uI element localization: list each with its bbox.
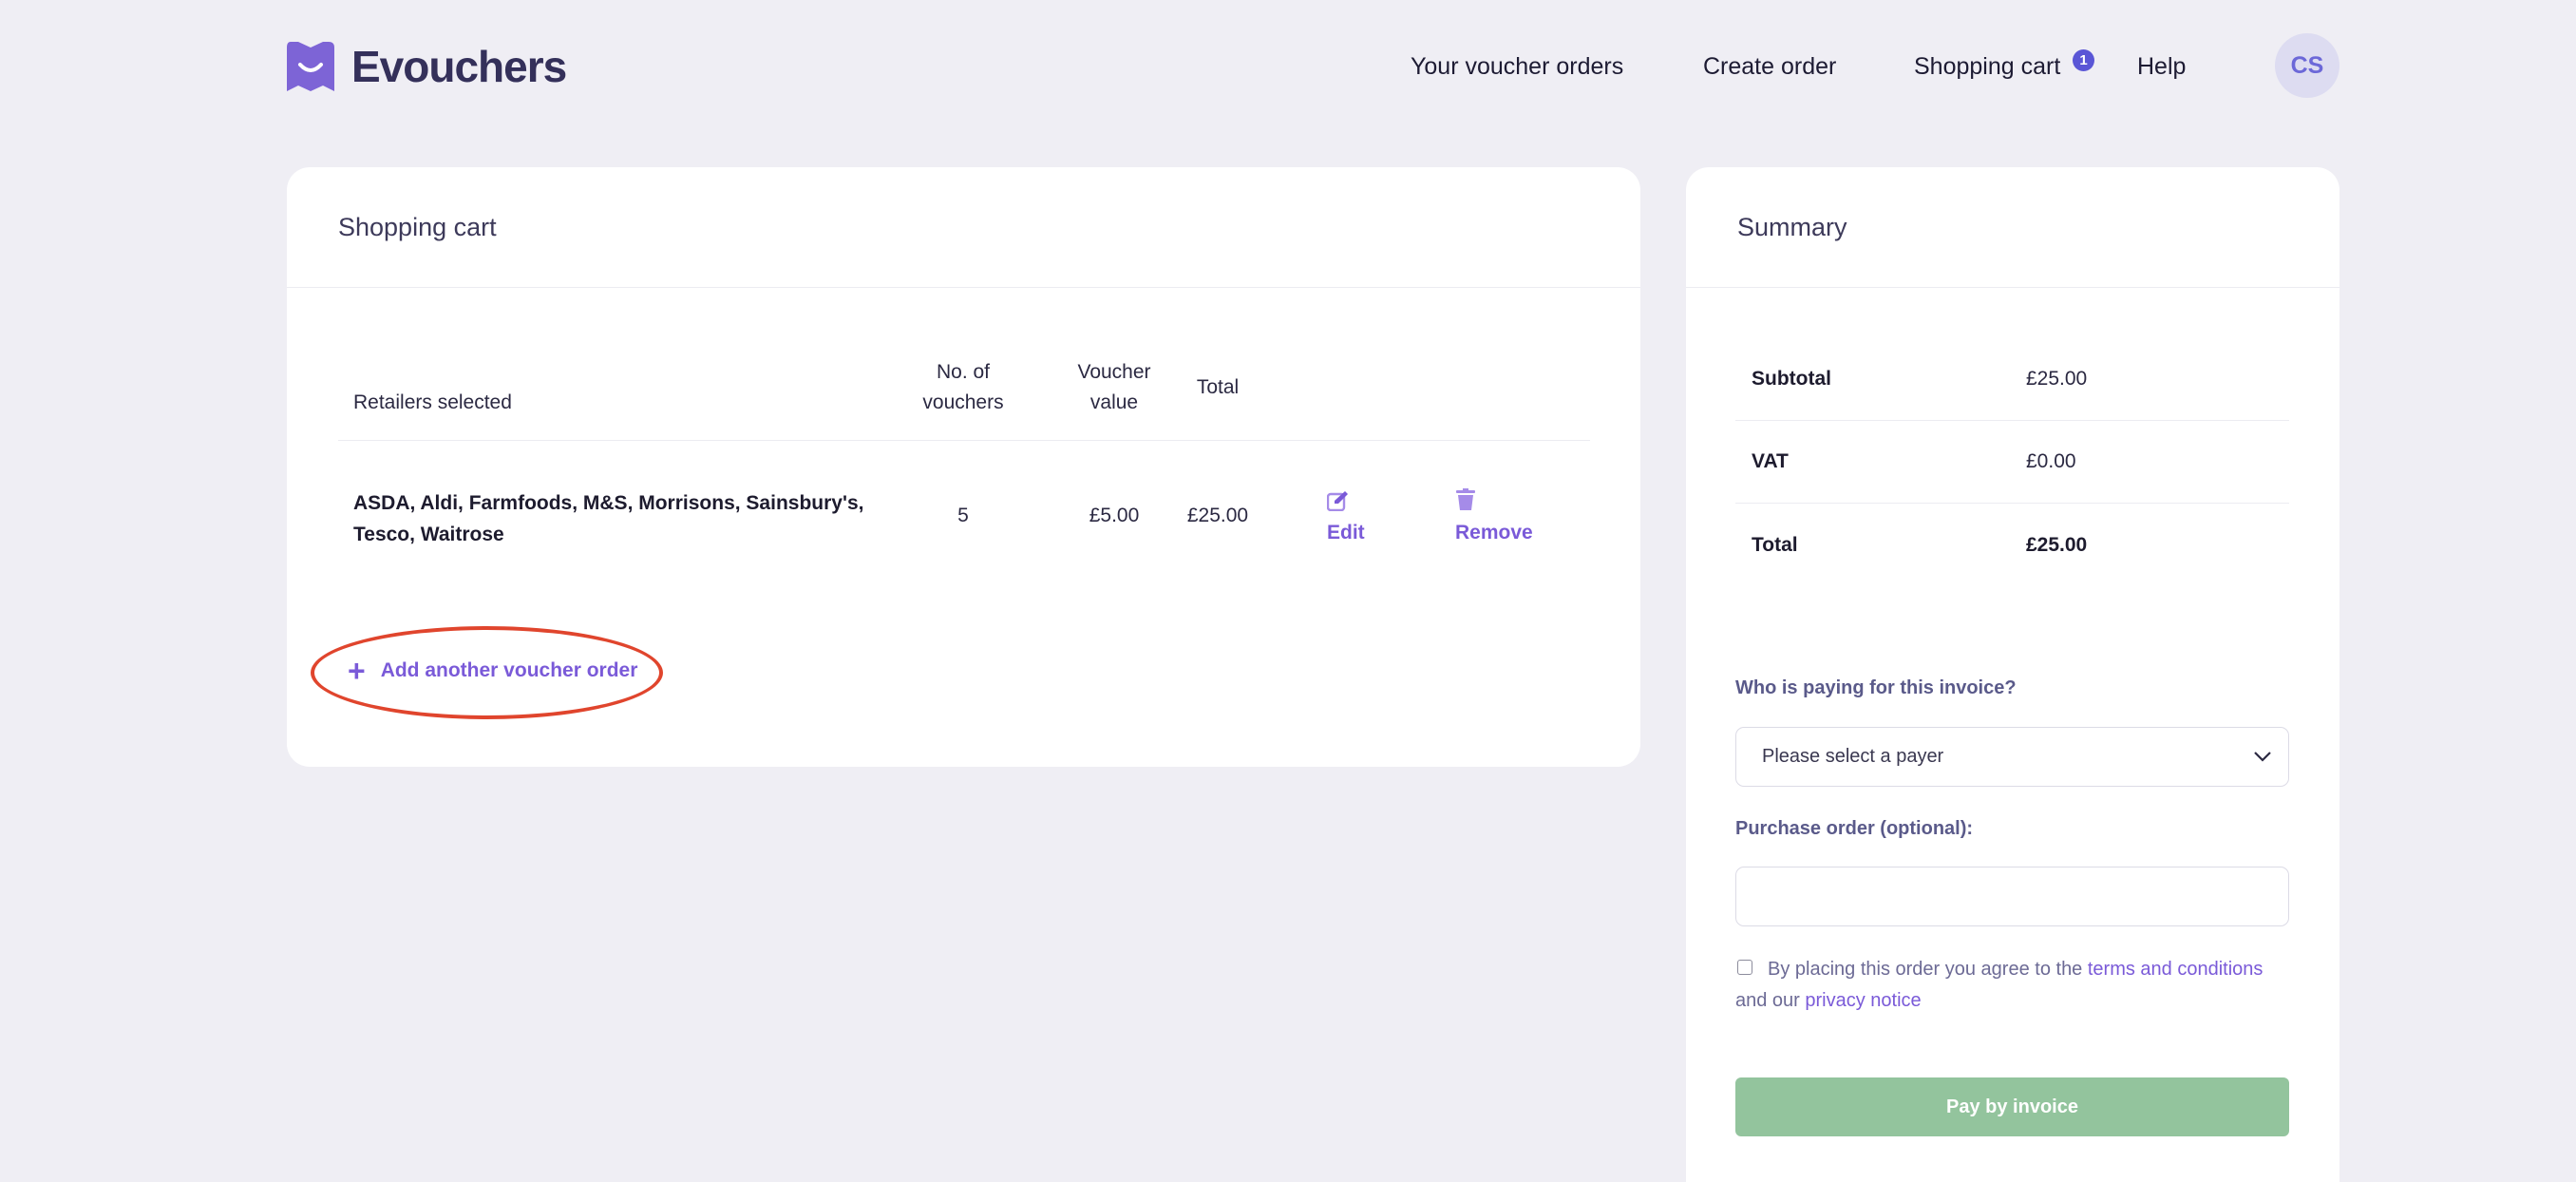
user-avatar[interactable]: CS — [2275, 33, 2339, 98]
payer-label: Who is paying for this invoice? — [1735, 677, 2017, 698]
summary-row-subtotal: Subtotal £25.00 — [1735, 338, 2289, 421]
privacy-notice-link[interactable]: privacy notice — [1805, 990, 1921, 1011]
row-total: £25.00 — [1186, 505, 1249, 526]
nav-your-voucher-orders[interactable]: Your voucher orders — [1411, 53, 1623, 81]
terms-link[interactable]: terms and conditions — [2088, 959, 2263, 980]
plus-icon: + — [348, 654, 366, 688]
total-value: £25.00 — [2026, 533, 2088, 556]
payer-select[interactable]: Please select a payer — [1735, 727, 2289, 787]
terms-middle: and our — [1735, 990, 1806, 1011]
row-voucher-value: £5.00 — [1089, 505, 1140, 526]
nav-shopping-cart[interactable]: Shopping cart — [1914, 53, 2060, 81]
vat-value: £0.00 — [2026, 450, 2076, 472]
add-another-voucher-order-link[interactable]: + Add another voucher order — [348, 656, 637, 686]
evouchers-logo-icon — [287, 42, 334, 91]
trash-icon[interactable] — [1455, 488, 1476, 511]
purchase-order-input[interactable] — [1735, 867, 2289, 926]
row-num-vouchers: 5 — [957, 505, 969, 526]
logo[interactable]: Evouchers — [287, 40, 567, 93]
remove-button[interactable]: Remove — [1455, 522, 1533, 544]
column-header-voucher-value: Voucher value — [1077, 361, 1151, 413]
nav-create-order[interactable]: Create order — [1703, 53, 1836, 81]
add-another-voucher-order-label: Add another voucher order — [380, 659, 638, 681]
nav-help[interactable]: Help — [2137, 53, 2186, 81]
summary-row-vat: VAT £0.00 — [1735, 421, 2289, 504]
summary-card: Summary Subtotal £25.00 VAT £0.00 Total … — [1686, 167, 2339, 1182]
purchase-order-label: Purchase order (optional): — [1735, 818, 1974, 839]
column-header-retailers: Retailers selected — [353, 391, 512, 413]
table-divider — [338, 440, 1590, 441]
terms-prefix: By placing this order you agree to the — [1768, 959, 2088, 980]
pay-by-invoice-button[interactable]: Pay by invoice — [1735, 1077, 2289, 1136]
cart-count-badge: 1 — [2073, 49, 2094, 71]
vat-label: VAT — [1752, 450, 1789, 472]
subtotal-value: £25.00 — [2026, 368, 2088, 390]
shopping-cart-card: Shopping cart Retailers selected No. of … — [287, 167, 1640, 767]
edit-icon[interactable] — [1327, 490, 1350, 511]
chevron-down-icon — [2254, 752, 2271, 762]
total-label: Total — [1752, 533, 1798, 556]
subtotal-label: Subtotal — [1752, 368, 1831, 390]
payer-select-value: Please select a payer — [1762, 746, 1944, 767]
logo-text: Evouchers — [351, 42, 567, 91]
shopping-cart-title: Shopping cart — [287, 167, 1640, 288]
column-header-total: Total — [1196, 376, 1240, 398]
summary-title: Summary — [1686, 167, 2339, 288]
summary-row-total: Total £25.00 — [1735, 504, 2289, 586]
row-retailers: ASDA, Aldi, Farmfoods, M&S, Morrisons, S… — [353, 492, 864, 545]
terms-text: By placing this order you agree to the t… — [1735, 954, 2267, 1017]
column-header-num-vouchers: No. of vouchers — [922, 361, 1004, 413]
edit-button[interactable]: Edit — [1327, 522, 1365, 544]
